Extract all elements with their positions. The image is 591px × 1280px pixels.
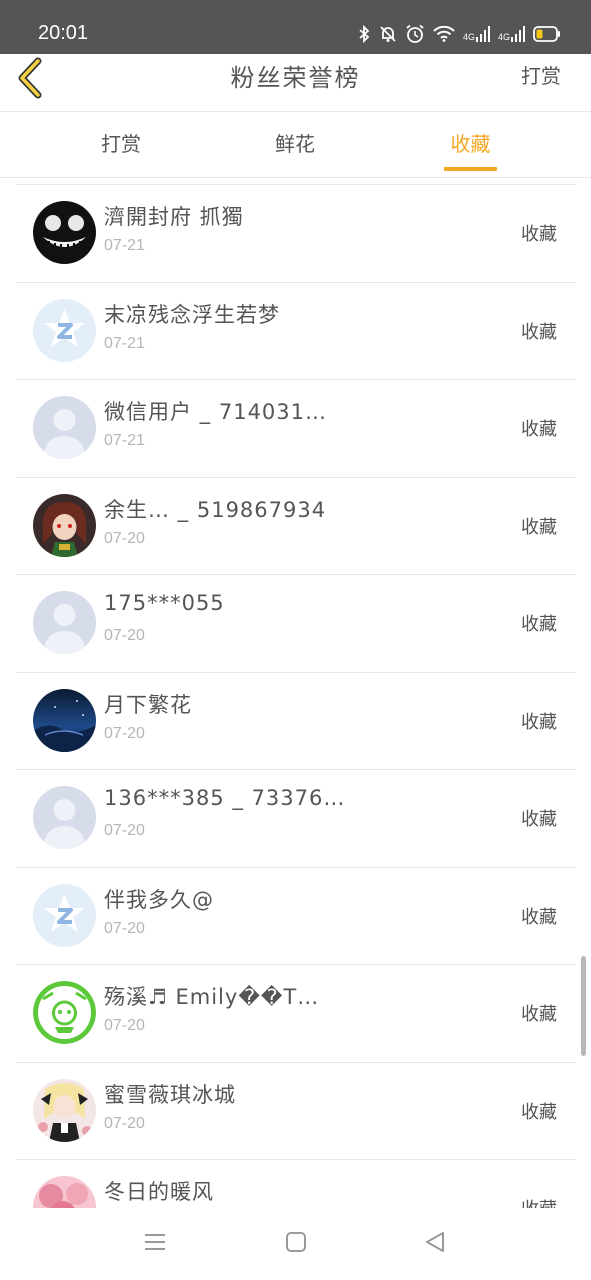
list-item[interactable]: 月下繁花 07-20 收藏 (0, 673, 591, 771)
system-nav-bar (0, 1208, 591, 1280)
favorite-label: 收藏 (521, 419, 557, 440)
signal-4g-icon-2: 4G (498, 26, 525, 42)
list-item[interactable]: 175***055 07-20 收藏 (0, 575, 591, 673)
avatar (33, 298, 96, 362)
user-date: 07-21 (104, 237, 145, 254)
menu-icon[interactable] (143, 1230, 167, 1258)
signal-4g-icon: 4G (463, 26, 490, 42)
user-name: 殇溪♬ Emily��T… (104, 985, 320, 1009)
avatar (33, 883, 96, 947)
user-name: 伴我多久@ (104, 887, 214, 912)
user-date: 07-20 (104, 822, 145, 839)
list-item[interactable]: 伴我多久@ 07-20 收藏 (0, 868, 591, 966)
favorite-label: 收藏 (521, 1101, 557, 1123)
avatar (33, 1176, 96, 1208)
user-date: 07-20 (104, 724, 145, 742)
tab-bar: 打赏 鲜花 收藏 (0, 112, 591, 178)
tab-flowers[interactable]: 鲜花 (269, 128, 321, 168)
avatar (33, 201, 96, 264)
alarm-icon (405, 24, 425, 44)
list-item[interactable]: 冬日的暖风 收藏 (0, 1160, 591, 1208)
avatar (33, 493, 96, 557)
user-name: 蜜雪薇琪冰城 (104, 1082, 236, 1107)
fan-list[interactable]: 濟開封府 抓獨 07-21 收藏 末凉残念浮生若梦 07-21 收藏 微信用户 … (0, 178, 591, 1208)
list-item[interactable]: 微信用户 _ 714031… 07-21 收藏 (0, 380, 591, 478)
avatar (33, 688, 96, 752)
favorite-label: 收藏 (521, 516, 557, 538)
user-name: 微信用户 _ 714031… (104, 400, 328, 424)
user-date: 07-21 (104, 334, 145, 352)
fan-list-items: 濟開封府 抓獨 07-21 收藏 末凉残念浮生若梦 07-21 收藏 微信用户 … (0, 185, 591, 1208)
user-date: 07-20 (104, 919, 145, 937)
mute-bell-icon (379, 25, 397, 43)
network-label-1: 4G (462, 32, 475, 42)
user-date: 07-21 (104, 432, 145, 449)
user-name: 余生… _ 519867934 (104, 497, 327, 522)
list-item[interactable]: 濟開封府 抓獨 07-21 收藏 (0, 185, 591, 283)
status-icons: 4G 4G (357, 24, 561, 44)
network-label-2: 4G (497, 32, 510, 42)
favorite-label: 收藏 (521, 614, 557, 635)
status-bar: 20:01 4G 4G (0, 0, 591, 54)
user-name: 月下繁花 (104, 692, 192, 717)
favorite-label: 收藏 (521, 1195, 557, 1208)
list-item[interactable]: 136***385 _ 73376… 07-20 收藏 (0, 770, 591, 868)
user-name: 冬日的暖风 (104, 1180, 214, 1204)
user-date: 07-20 (104, 1114, 145, 1132)
user-name: 末凉残念浮生若梦 (104, 302, 280, 327)
user-name: 濟開封府 抓獨 (104, 205, 244, 229)
user-date: 07-20 (104, 627, 145, 644)
tab-favorites[interactable]: 收藏 (444, 128, 497, 168)
list-item[interactable]: 末凉残念浮生若梦 07-21 收藏 (0, 283, 591, 381)
page-title: 粉丝荣誉榜 (230, 64, 361, 92)
list-item[interactable]: 殇溪♬ Emily��T… 07-20 收藏 (0, 965, 591, 1063)
user-date: 07-20 (104, 1017, 145, 1034)
reward-button[interactable]: 打赏 (521, 60, 561, 89)
user-name: 136***385 _ 73376… (104, 786, 346, 810)
battery-icon (533, 26, 561, 42)
wifi-icon (433, 26, 455, 42)
avatar (33, 1078, 96, 1142)
favorite-label: 收藏 (521, 1004, 557, 1025)
home-square-icon[interactable] (284, 1230, 308, 1258)
favorite-label: 收藏 (521, 224, 557, 245)
tab-reward[interactable]: 打赏 (96, 128, 146, 168)
user-date: 07-20 (104, 529, 145, 547)
status-time: 20:01 (38, 22, 89, 44)
bluetooth-icon (357, 25, 371, 43)
tab-active-indicator (444, 167, 497, 171)
avatar (33, 981, 96, 1044)
avatar (33, 591, 96, 654)
list-item[interactable]: 蜜雪薇琪冰城 07-20 收藏 (0, 1063, 591, 1161)
favorite-label: 收藏 (521, 906, 557, 928)
avatar (33, 786, 96, 849)
app-header: 粉丝荣誉榜 打赏 (0, 54, 591, 112)
scrollbar[interactable] (581, 956, 586, 1056)
favorite-label: 收藏 (521, 321, 557, 343)
avatar (33, 396, 96, 459)
favorite-label: 收藏 (521, 809, 557, 830)
list-item[interactable]: 余生… _ 519867934 07-20 收藏 (0, 478, 591, 576)
favorite-label: 收藏 (521, 711, 557, 733)
user-name: 175***055 (104, 591, 225, 615)
back-triangle-icon[interactable] (423, 1230, 447, 1258)
